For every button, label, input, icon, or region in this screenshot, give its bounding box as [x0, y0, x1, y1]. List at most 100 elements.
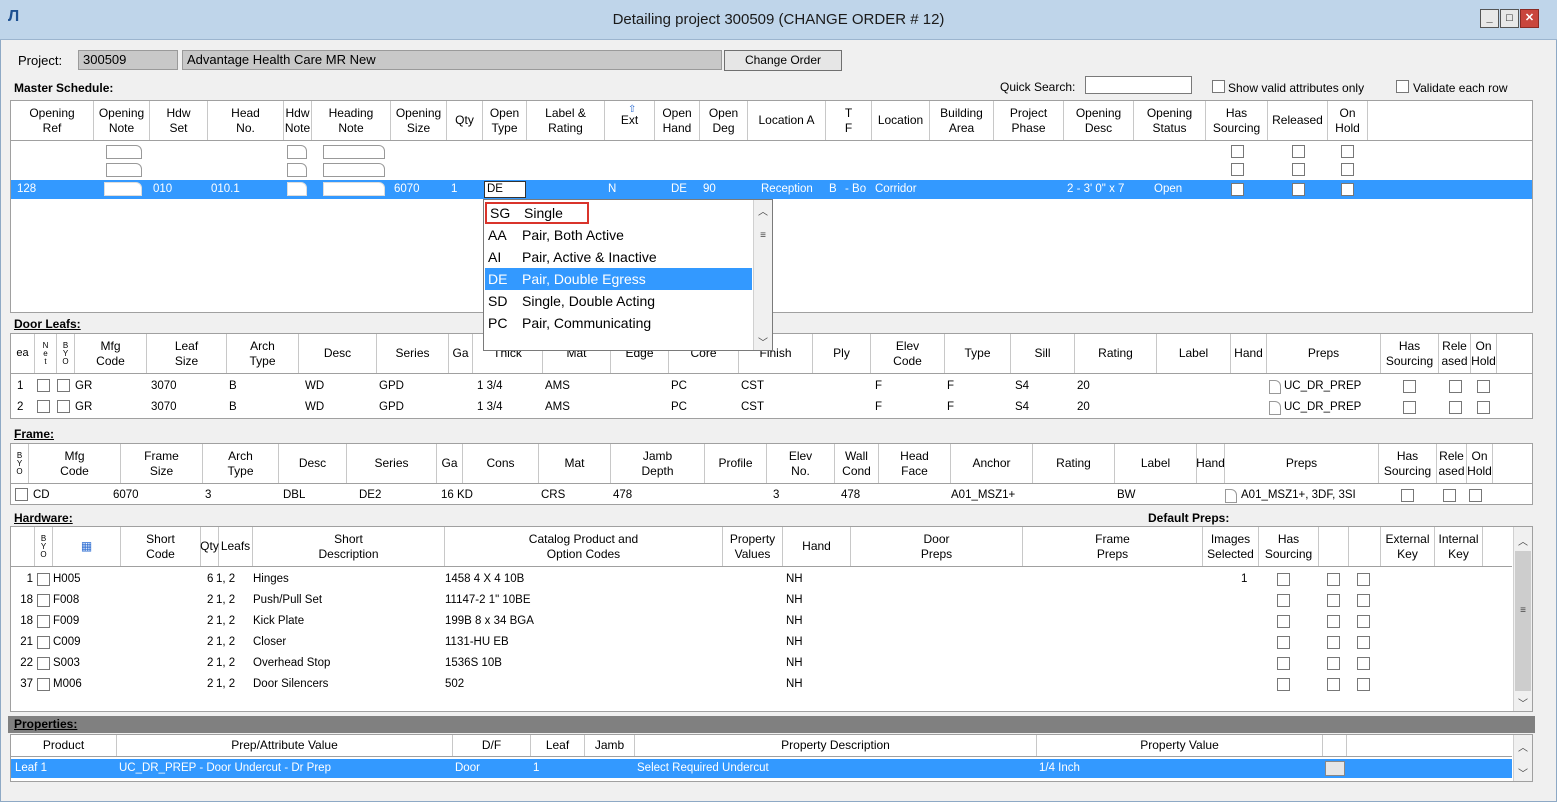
- released-checkbox[interactable]: [1449, 380, 1462, 393]
- col-header[interactable]: Hand: [1196, 444, 1225, 483]
- col-header[interactable]: Preps: [1225, 444, 1379, 483]
- col-header[interactable]: Series: [347, 444, 437, 483]
- col-header[interactable]: Open Hand: [655, 101, 700, 140]
- col-header[interactable]: Prep/Attribute Value: [117, 735, 453, 756]
- col-header[interactable]: Sill: [1011, 334, 1075, 373]
- released-checkbox[interactable]: [1443, 489, 1456, 502]
- col-header[interactable]: On Hold: [1471, 334, 1497, 373]
- col-header[interactable]: Ply: [813, 334, 871, 373]
- scroll-up-icon[interactable]: ︿: [1514, 739, 1532, 754]
- grid-settings-icon[interactable]: ▦: [53, 527, 121, 566]
- col-header[interactable]: Qty: [200, 527, 219, 566]
- dropdown-option-de[interactable]: DE Pair, Double Egress: [485, 268, 752, 290]
- ext-checkbox[interactable]: [1327, 594, 1340, 607]
- int-checkbox[interactable]: [1357, 636, 1370, 649]
- scroll-down-icon[interactable]: ﹀: [1514, 765, 1532, 780]
- hardware-scrollbar[interactable]: ︿ ≡ ﹀: [1513, 527, 1532, 711]
- byo-checkbox[interactable]: [37, 594, 50, 607]
- col-header[interactable]: Rating: [1075, 334, 1157, 373]
- col-header[interactable]: Product: [11, 735, 117, 756]
- col-header[interactable]: Desc: [299, 334, 377, 373]
- col-header[interactable]: Released: [1268, 101, 1328, 140]
- col-header[interactable]: Property Value: [1037, 735, 1323, 756]
- col-header[interactable]: Profile: [705, 444, 767, 483]
- maximize-button[interactable]: □: [1500, 9, 1519, 28]
- col-header[interactable]: Location A: [748, 101, 826, 140]
- col-header[interactable]: Opening Ref: [11, 101, 94, 140]
- col-header[interactable]: Mfg Code: [29, 444, 121, 483]
- byo-checkbox[interactable]: [37, 657, 50, 670]
- col-header[interactable]: Head Face: [879, 444, 951, 483]
- col-header[interactable]: Hand: [1231, 334, 1267, 373]
- col-header[interactable]: Ga: [449, 334, 473, 373]
- col-header[interactable]: Rele ased: [1439, 334, 1471, 373]
- has-sourcing-checkbox[interactable]: [1277, 573, 1290, 586]
- col-header[interactable]: Mat: [539, 444, 611, 483]
- int-checkbox[interactable]: [1357, 657, 1370, 670]
- int-checkbox[interactable]: [1357, 678, 1370, 691]
- col-header[interactable]: Leaf: [531, 735, 585, 756]
- int-checkbox[interactable]: [1357, 615, 1370, 628]
- col-header[interactable]: Leaf Size: [147, 334, 227, 373]
- byo-checkbox[interactable]: [37, 678, 50, 691]
- col-header[interactable]: Project Phase: [994, 101, 1064, 140]
- master-row-selected[interactable]: 128 010 010.1 6070 1 DE N DE 90 Receptio…: [11, 180, 1532, 199]
- col-header[interactable]: External Key: [1381, 527, 1435, 566]
- ext-checkbox[interactable]: [1327, 615, 1340, 628]
- has-sourcing-checkbox[interactable]: [1403, 380, 1416, 393]
- note-icon[interactable]: [287, 182, 307, 196]
- dropdown-option-pc[interactable]: PC Pair, Communicating: [485, 312, 752, 334]
- int-checkbox[interactable]: [1357, 573, 1370, 586]
- hardware-row[interactable]: 18 F009 2 1, 2 Kick Plate 199B 8 x 34 BG…: [11, 613, 1512, 633]
- byo-checkbox[interactable]: [15, 488, 28, 501]
- property-edit-button[interactable]: [1325, 761, 1345, 776]
- has-sourcing-checkbox[interactable]: [1277, 678, 1290, 691]
- ext-checkbox[interactable]: [1327, 678, 1340, 691]
- released-checkbox[interactable]: [1449, 401, 1462, 414]
- has-sourcing-checkbox[interactable]: [1403, 401, 1416, 414]
- col-header[interactable]: Arch Type: [227, 334, 299, 373]
- col-header[interactable]: Ga: [437, 444, 463, 483]
- on-hold-checkbox[interactable]: [1341, 183, 1354, 196]
- col-header[interactable]: Head No.: [208, 101, 284, 140]
- on-hold-checkbox[interactable]: [1341, 163, 1354, 176]
- property-row-selected[interactable]: Leaf 1 UC_DR_PREP - Door Undercut - Dr P…: [11, 759, 1512, 778]
- col-header[interactable]: On Hold: [1467, 444, 1493, 483]
- col-header[interactable]: Hand: [783, 527, 851, 566]
- col-header[interactable]: D/F: [453, 735, 531, 756]
- col-header[interactable]: Arch Type: [203, 444, 279, 483]
- net-checkbox[interactable]: [37, 400, 50, 413]
- note-icon[interactable]: [1269, 401, 1281, 415]
- col-header[interactable]: Rele ased: [1437, 444, 1467, 483]
- released-checkbox[interactable]: [1292, 145, 1305, 158]
- col-header[interactable]: On Hold: [1328, 101, 1368, 140]
- ext-checkbox[interactable]: [1327, 636, 1340, 649]
- col-header[interactable]: Door Preps: [851, 527, 1023, 566]
- released-checkbox[interactable]: [1292, 183, 1305, 196]
- has-sourcing-checkbox[interactable]: [1277, 594, 1290, 607]
- col-header[interactable]: Has Sourcing: [1259, 527, 1319, 566]
- col-header[interactable]: Jamb: [585, 735, 635, 756]
- col-header[interactable]: Series: [377, 334, 449, 373]
- has-sourcing-checkbox[interactable]: [1231, 183, 1244, 196]
- col-header[interactable]: Images Selected: [1203, 527, 1259, 566]
- col-header[interactable]: Anchor: [951, 444, 1033, 483]
- scroll-down-icon[interactable]: ﹀: [754, 334, 772, 349]
- col-header[interactable]: Desc: [279, 444, 347, 483]
- col-header[interactable]: Type: [945, 334, 1011, 373]
- hardware-row[interactable]: 1 H005 6 1, 2 Hinges 1458 4 X 4 10B NH 1: [11, 571, 1512, 591]
- close-button[interactable]: ✕: [1520, 9, 1539, 28]
- door-leaf-row[interactable]: 1 GR 3070 B WD GPD 1 3/4 AMS PC CST F F …: [11, 377, 1532, 397]
- note-icon[interactable]: [106, 163, 142, 177]
- col-header[interactable]: Opening Size: [391, 101, 447, 140]
- col-header[interactable]: Mfg Code: [75, 334, 147, 373]
- minimize-button[interactable]: _: [1480, 9, 1499, 28]
- on-hold-checkbox[interactable]: [1341, 145, 1354, 158]
- col-header[interactable]: Frame Size: [121, 444, 203, 483]
- open-type-dropdown[interactable]: SG Single AA Pair, Both Active AI Pair, Act…: [483, 199, 773, 351]
- col-header[interactable]: Preps: [1267, 334, 1381, 373]
- col-header[interactable]: Cons: [463, 444, 539, 483]
- dropdown-scrollbar[interactable]: ︿ ≡ ﹀: [753, 200, 772, 350]
- on-hold-checkbox[interactable]: [1477, 401, 1490, 414]
- col-header[interactable]: Label: [1115, 444, 1197, 483]
